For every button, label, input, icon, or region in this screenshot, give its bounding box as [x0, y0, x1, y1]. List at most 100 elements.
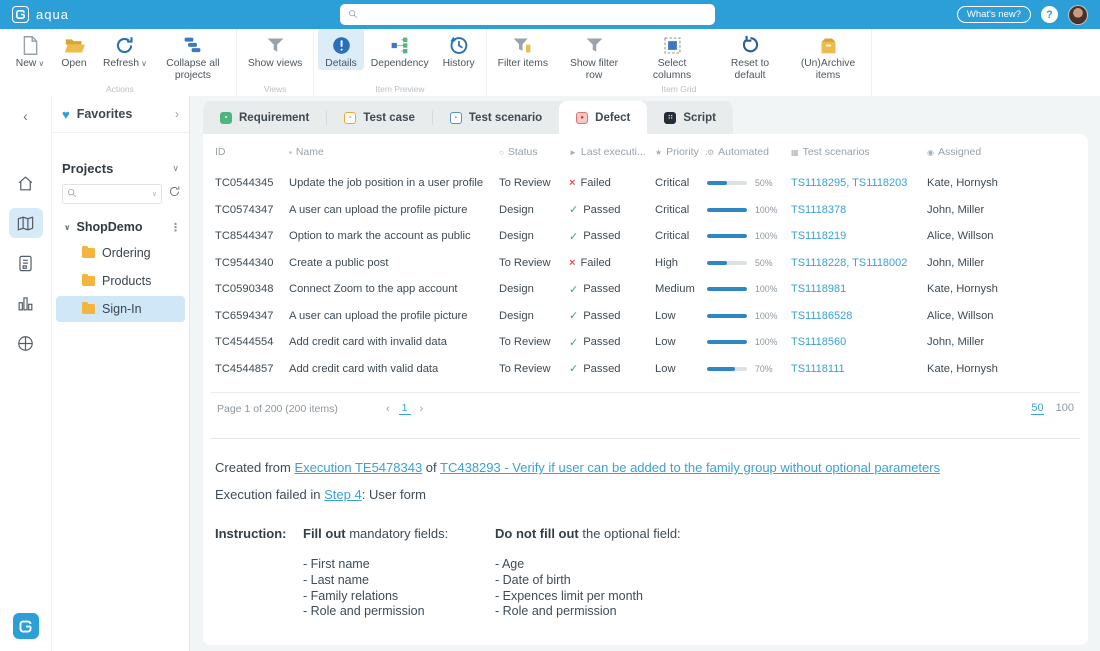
table-row[interactable]: TC0544345 Update the job position in a u… — [211, 170, 1080, 197]
column-header-test-scenarios[interactable]: ▦Test scenarios — [791, 146, 927, 158]
chevron-down-icon: ∨ — [141, 59, 147, 68]
tab-defect[interactable]: ● Defect — [559, 101, 647, 134]
table-row[interactable]: TC9544340 Create a public post To Review… — [211, 250, 1080, 277]
nav-integrations-icon[interactable] — [9, 328, 43, 358]
dependency-button[interactable]: Dependency — [364, 29, 436, 70]
column-header-name[interactable]: ▪Name — [289, 146, 499, 158]
list-item: - Last name — [303, 573, 495, 589]
dependency-icon — [389, 34, 410, 56]
next-page-icon[interactable]: › — [417, 403, 427, 415]
result-icon: ✓ — [569, 203, 578, 216]
toolbar-group-item-preview: Details Dependency History Item Preview — [314, 29, 486, 96]
history-button[interactable]: History — [436, 29, 482, 70]
tab-script[interactable]: ∷ Script — [647, 101, 733, 134]
collapse-sidebar-icon[interactable]: ‹ — [15, 106, 36, 126]
failed-step-line: Execution failed in Step 4: User form — [215, 486, 1076, 504]
refresh-button[interactable]: Refresh∨ — [96, 29, 154, 70]
table-row[interactable]: TC0590348 Connect Zoom to the app accoun… — [211, 276, 1080, 303]
test-scenario-link[interactable]: TS1118981 — [791, 283, 846, 295]
history-icon — [448, 34, 469, 56]
progress-bar — [707, 314, 747, 318]
step-link[interactable]: Step 4 — [324, 487, 362, 502]
heart-icon: ♥ — [62, 107, 70, 122]
open-button[interactable]: Open — [52, 29, 96, 70]
progress-bar — [707, 234, 747, 238]
filter-items-button[interactable]: Filter items — [491, 29, 555, 70]
test-scenario-link[interactable]: TS1118295, TS1118203 — [791, 177, 907, 189]
table-row[interactable]: TC4544554 Add credit card with invalid d… — [211, 329, 1080, 356]
tree-folder-sign-in[interactable]: Sign-In — [56, 296, 185, 322]
current-page[interactable]: 1 — [399, 402, 411, 415]
folder-icon — [82, 248, 95, 258]
column-header-last-execution[interactable]: ►Last executi... — [569, 146, 655, 158]
tab-test-case[interactable]: • Test case — [327, 101, 432, 134]
page-size-50[interactable]: 50 — [1031, 402, 1043, 415]
nav-projects-map-icon[interactable] — [9, 208, 43, 238]
execution-link[interactable]: Execution TE5478343 — [294, 460, 422, 475]
collapse-all-projects-button[interactable]: Collapse all projects — [154, 29, 232, 81]
column-header-automated[interactable]: ⚙Automated — [707, 146, 791, 158]
reset-to-default-button[interactable]: Reset to default — [711, 29, 789, 81]
select-columns-button[interactable]: Select columns — [633, 29, 711, 81]
tab-requirement[interactable]: • Requirement — [203, 101, 326, 134]
nav-reports-icon[interactable] — [9, 248, 43, 278]
table-row[interactable]: TC6594347 A user can upload the profile … — [211, 303, 1080, 330]
test-scenario-link[interactable]: TS1118228, TS1118002 — [791, 257, 907, 269]
folder-icon — [82, 304, 95, 314]
page-size-100[interactable]: 100 — [1056, 402, 1074, 415]
test-scenario-link[interactable]: TS1118378 — [791, 204, 846, 216]
projects-header[interactable]: Projects ∨ — [52, 161, 189, 176]
list-item: - Role and permission — [303, 604, 495, 620]
tree-folder-ordering[interactable]: Ordering — [56, 240, 185, 266]
show-views-button[interactable]: Show views — [241, 29, 309, 70]
test-scenario-link[interactable]: TS1118219 — [791, 230, 846, 242]
help-button[interactable]: ? — [1041, 6, 1058, 23]
show-filter-row-button[interactable]: Show filter row — [555, 29, 633, 81]
table-row[interactable]: TC4544857 Add credit card with valid dat… — [211, 356, 1080, 383]
project-search[interactable]: ∨ — [62, 184, 162, 204]
tree-folder-products[interactable]: Products — [56, 268, 185, 294]
details-button[interactable]: Details — [318, 29, 363, 70]
project-search-input[interactable] — [80, 189, 138, 200]
whats-new-button[interactable]: What's new? — [957, 6, 1031, 23]
chevron-down-icon: ∨ — [38, 59, 44, 68]
column-header-assigned[interactable]: ◉Assigned — [927, 146, 1076, 158]
test-case-link[interactable]: TC438293 - Verify if user can be added t… — [440, 460, 940, 475]
tab-test-scenario[interactable]: ▪ Test scenario — [433, 101, 559, 134]
column-header-id[interactable]: ID — [215, 146, 289, 158]
gear-icon: ⚙ — [707, 148, 714, 157]
kebab-menu-icon[interactable]: ⋮ — [170, 221, 181, 234]
archive-icon — [818, 34, 839, 56]
column-header-priority[interactable]: ★Priority↓ — [655, 146, 707, 158]
grid-icon: ▦ — [791, 148, 799, 157]
main-content: • Requirement • Test case ▪ Test scenari… — [190, 96, 1100, 651]
star-icon: ★ — [655, 148, 662, 157]
list-item: - Date of birth — [495, 573, 681, 589]
project-search-row: ∨ — [52, 176, 189, 208]
user-avatar[interactable] — [1068, 5, 1088, 25]
table-row[interactable]: TC8544347 Option to mark the account as … — [211, 223, 1080, 250]
pagination: Page 1 of 200 (200 items) ‹ 1 › 50 100 — [211, 392, 1080, 424]
nav-home-icon[interactable] — [9, 168, 43, 198]
test-scenario-link[interactable]: TS11186528 — [791, 310, 852, 322]
new-button[interactable]: New∨ — [8, 29, 52, 70]
column-header-status[interactable]: ○Status — [499, 146, 569, 158]
result-icon: ✓ — [569, 336, 578, 349]
top-bar: aqua What's new? ? — [0, 0, 1100, 29]
refresh-tree-icon[interactable] — [168, 185, 181, 203]
toolbar-group-item-grid: Filter items Show filter row Select colu… — [487, 29, 872, 96]
test-scenario-link[interactable]: TS1118111 — [791, 363, 845, 375]
global-search-input[interactable] — [364, 9, 707, 21]
table-row[interactable]: TC0574347 A user can upload the profile … — [211, 197, 1080, 224]
test-scenario-link[interactable]: TS1118560 — [791, 336, 846, 348]
collapse-projects-icon — [182, 34, 203, 56]
favorites-row[interactable]: ♥ Favorites › — [52, 96, 189, 133]
progress-bar — [707, 367, 747, 371]
tree-project-shopdemo[interactable]: ∨ ShopDemo ⋮ — [52, 216, 189, 238]
unarchive-items-button[interactable]: (Un)Archive items — [789, 29, 867, 81]
select-columns-icon — [662, 34, 683, 56]
nav-analytics-icon[interactable] — [9, 288, 43, 318]
prev-page-icon[interactable]: ‹ — [383, 403, 393, 415]
project-tree: ∨ ShopDemo ⋮ Ordering Products Sign-In — [52, 216, 189, 324]
global-search[interactable] — [340, 4, 715, 25]
